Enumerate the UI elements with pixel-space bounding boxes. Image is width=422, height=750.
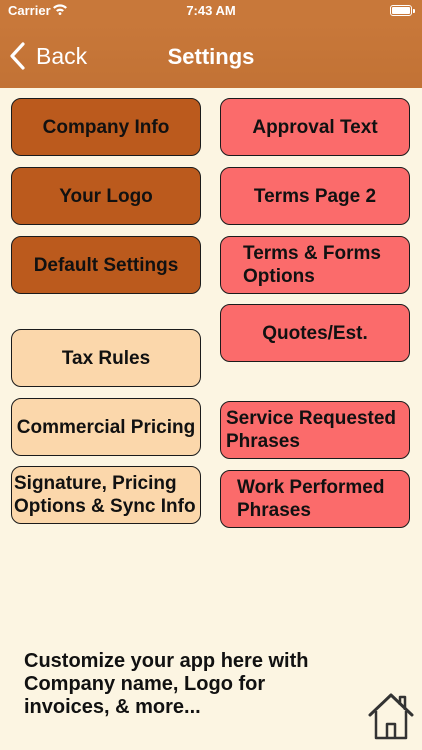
home-icon[interactable] — [366, 690, 416, 742]
footer-description: Customize your app here with Company nam… — [24, 650, 309, 718]
approval-text-button[interactable]: Approval Text — [220, 98, 410, 156]
battery-icon — [390, 5, 415, 16]
signature-pricing-sync-label: Signature, Pricing Options & Sync Info — [14, 473, 196, 517]
terms-page-2-button[interactable]: Terms Page 2 — [220, 167, 410, 225]
approval-text-label: Approval Text — [252, 116, 378, 138]
default-settings-label: Default Settings — [33, 254, 179, 276]
company-info-label: Company Info — [42, 116, 170, 138]
quotes-est-button[interactable]: Quotes/Est. — [220, 304, 410, 362]
terms-page-2-label: Terms Page 2 — [253, 185, 377, 207]
service-requested-phrases-button[interactable]: Service Requested Phrases — [220, 401, 410, 459]
quotes-est-label: Quotes/Est. — [262, 322, 368, 344]
your-logo-label: Your Logo — [59, 185, 153, 207]
service-requested-phrases-label: Service Requested Phrases — [226, 408, 397, 452]
commercial-pricing-label: Commercial Pricing — [16, 416, 196, 438]
tax-rules-label: Tax Rules — [61, 347, 151, 369]
work-performed-phrases-label: Work Performed Phrases — [237, 477, 385, 521]
your-logo-button[interactable]: Your Logo — [11, 167, 201, 225]
tax-rules-button[interactable]: Tax Rules — [11, 329, 201, 387]
commercial-pricing-button[interactable]: Commercial Pricing — [11, 398, 201, 456]
company-info-button[interactable]: Company Info — [11, 98, 201, 156]
page-title: Settings — [167, 44, 255, 69]
work-performed-phrases-button[interactable]: Work Performed Phrases — [220, 470, 410, 528]
default-settings-button[interactable]: Default Settings — [11, 236, 201, 294]
status-bar: Carrier 7:43 AM — [0, 0, 422, 22]
signature-pricing-sync-button[interactable]: Signature, Pricing Options & Sync Info — [11, 466, 201, 524]
terms-forms-options-button[interactable]: Terms & Forms Options — [220, 236, 410, 294]
terms-forms-options-label: Terms & Forms Options — [243, 243, 381, 287]
clock: 7:43 AM — [186, 3, 236, 18]
navigation-bar: Back Settings — [0, 22, 422, 88]
